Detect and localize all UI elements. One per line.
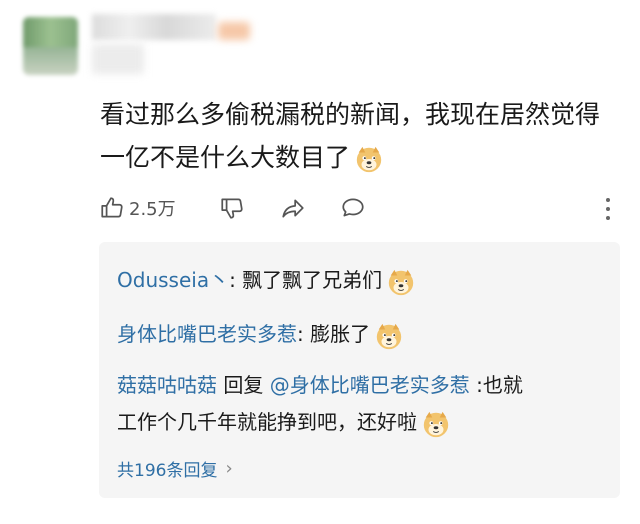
- share-icon: [282, 199, 304, 218]
- thumbs-up-icon: [101, 197, 123, 218]
- comment-line-1: 看过那么多偷税漏税的新闻，我现在居然觉得: [100, 100, 601, 129]
- comment-action-bar: 2.5万: [99, 195, 629, 225]
- doge-emoji-icon: [421, 409, 451, 439]
- reply-username[interactable]: 身体比嘴巴老实多惹: [117, 322, 297, 346]
- username-blurred[interactable]: [92, 14, 216, 40]
- dislike-button[interactable]: [219, 195, 245, 221]
- reply-text-line-1: 也就: [482, 373, 523, 397]
- like-button[interactable]: 2.5万: [99, 195, 176, 221]
- reply-separator: :: [229, 268, 243, 292]
- reply-item: 菇菇咕咕菇 回复 @身体比嘴巴老实多惹 :也就: [117, 365, 523, 405]
- reply-mention[interactable]: @身体比嘴巴老实多惹: [270, 373, 470, 397]
- share-button[interactable]: [279, 195, 307, 221]
- reply-text-line-2: 工作个几千年就能挣到吧，还好啦: [117, 410, 417, 434]
- reply-count-label: 共196条回复: [117, 461, 218, 481]
- view-all-replies-link[interactable]: 共196条回复 ›: [117, 456, 233, 481]
- doge-emoji-icon: [386, 267, 416, 297]
- reply-preview-box: Odusseia丶: 飘了飘了兄弟们 身体比嘴巴老实多惹: 膨胀了 菇菇咕咕菇 …: [99, 242, 620, 498]
- comment-icon: [342, 198, 364, 217]
- level-badge-blurred: [218, 22, 250, 40]
- meta-blurred: [92, 44, 144, 74]
- reply-button[interactable]: [339, 195, 367, 221]
- thumbs-down-icon: [221, 198, 243, 219]
- reply-username[interactable]: Odusseia丶: [117, 268, 229, 292]
- reply-separator: :: [297, 322, 311, 346]
- reply-keyword: 回复: [217, 373, 270, 397]
- comment-line-2: 一亿不是什么大数目了: [100, 136, 630, 179]
- reply-username[interactable]: 菇菇咕咕菇: [117, 373, 217, 397]
- reply-item: Odusseia丶: 飘了飘了兄弟们: [117, 260, 416, 300]
- reply-separator: :: [469, 373, 483, 397]
- like-count: 2.5万: [129, 199, 176, 220]
- reply-text: 膨胀了: [310, 322, 371, 346]
- avatar[interactable]: [23, 17, 78, 75]
- more-icon[interactable]: [602, 198, 614, 224]
- doge-emoji-icon: [374, 321, 404, 351]
- reply-text: 飘了飘了兄弟们: [242, 268, 383, 292]
- doge-emoji-icon: [354, 144, 384, 174]
- comment-line-2-text: 一亿不是什么大数目了: [100, 143, 351, 172]
- comment-body: 看过那么多偷税漏税的新闻，我现在居然觉得 一亿不是什么大数目了: [100, 93, 630, 179]
- chevron-right-icon: ›: [225, 458, 233, 479]
- reply-item: 身体比嘴巴老实多惹: 膨胀了: [117, 314, 404, 354]
- reply-item-continued: 工作个几千年就能挣到吧，还好啦: [117, 402, 451, 442]
